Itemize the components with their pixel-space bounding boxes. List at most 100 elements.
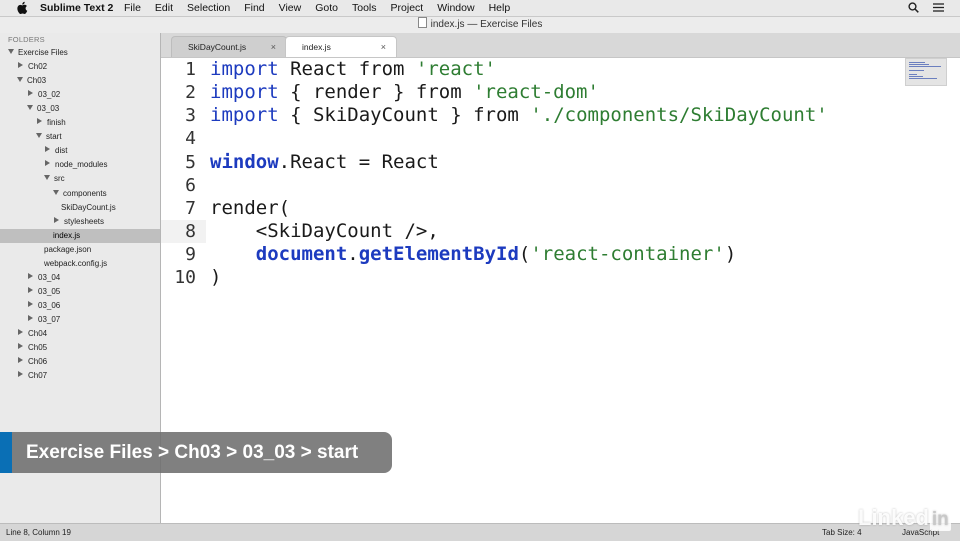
code-text: document.getElementById('react-container…: [210, 243, 737, 266]
sidebar-item-label: Ch05: [28, 343, 48, 353]
sidebar-folder-item[interactable]: Exercise Files: [0, 46, 160, 60]
disclosure-open-icon[interactable]: [27, 105, 33, 111]
menu-find[interactable]: Find: [244, 2, 264, 14]
disclosure-closed-icon[interactable]: [18, 329, 23, 335]
menu-file[interactable]: File: [124, 2, 141, 14]
sidebar-folder-item[interactable]: dist: [0, 144, 160, 158]
menu-edit[interactable]: Edit: [155, 2, 173, 14]
code-text: render(: [210, 197, 290, 220]
disclosure-closed-icon[interactable]: [18, 357, 23, 364]
sidebar-folder-item[interactable]: Ch04: [0, 327, 160, 341]
menu-goto[interactable]: Goto: [315, 2, 338, 14]
code-line[interactable]: 1 import React from 'react': [161, 58, 901, 81]
disclosure-closed-icon[interactable]: [45, 160, 50, 167]
disclosure-open-icon[interactable]: [44, 175, 50, 181]
tab-skidaycount[interactable]: SkiDayCount.js ×: [171, 36, 287, 57]
code-token: (: [518, 243, 531, 266]
disclosure-closed-icon[interactable]: [28, 272, 33, 279]
line-number: 6: [185, 174, 196, 196]
code-token: <SkiDayCount />,: [210, 220, 439, 243]
sidebar-item-label: components: [63, 188, 107, 198]
sidebar-item-label: 03_04: [38, 272, 61, 282]
tab-close-icon[interactable]: ×: [271, 37, 276, 58]
tab-index-js[interactable]: index.js ×: [285, 36, 397, 57]
sidebar-folder-item[interactable]: node_modules: [0, 158, 160, 172]
disclosure-closed-icon[interactable]: [37, 118, 42, 125]
disclosure-open-icon[interactable]: [36, 133, 42, 139]
code-token: 'react': [415, 58, 496, 80]
sidebar-file-item[interactable]: index.js: [0, 228, 160, 243]
code-line[interactable]: 4: [161, 127, 901, 150]
tab-label: SkiDayCount.js: [188, 42, 247, 52]
menu-help[interactable]: Help: [489, 2, 511, 14]
code-line[interactable]: 10): [161, 266, 901, 289]
sidebar-folder-item[interactable]: Ch02: [0, 60, 160, 74]
sidebar-file-item[interactable]: webpack.config.js: [0, 257, 160, 271]
code-token: 'react-container': [530, 243, 725, 266]
disclosure-closed-icon[interactable]: [28, 300, 33, 307]
sidebar-folder-item[interactable]: finish: [0, 116, 160, 130]
disclosure-closed-icon[interactable]: [18, 62, 23, 69]
sidebar-file-item[interactable]: package.json: [0, 243, 160, 257]
sidebar-folder-item[interactable]: 03_04: [0, 271, 160, 285]
sidebar-folder-item[interactable]: Ch07: [0, 369, 160, 383]
sidebar-item-label: Exercise Files: [18, 48, 68, 57]
sidebar-folder-item[interactable]: 03_06: [0, 299, 160, 313]
sidebar-folder-item[interactable]: 03_07: [0, 313, 160, 327]
sidebar-folder-item[interactable]: stylesheets: [0, 215, 160, 229]
code-line[interactable]: 3 import { SkiDayCount } from './componen…: [161, 104, 901, 127]
search-icon[interactable]: [908, 2, 919, 13]
sidebar-folder-item[interactable]: Ch03: [0, 74, 160, 88]
sidebar-folder-item[interactable]: components: [0, 187, 160, 201]
menu-selection[interactable]: Selection: [187, 2, 230, 14]
tab-size-selector[interactable]: Tab Size: 4: [822, 524, 862, 541]
code-line[interactable]: 7 render(: [161, 197, 901, 220]
disclosure-open-icon[interactable]: [53, 189, 59, 195]
menu-tools[interactable]: Tools: [352, 2, 377, 14]
code-token: React from: [278, 58, 416, 80]
sidebar-file-item[interactable]: SkiDayCount.js: [0, 201, 160, 215]
menu-project[interactable]: Project: [391, 2, 424, 14]
sidebar-item-label: webpack.config.js: [44, 258, 108, 268]
sidebar-folder-item[interactable]: 03_05: [0, 285, 160, 299]
disclosure-closed-icon[interactable]: [28, 90, 33, 97]
line-number: 1: [185, 59, 196, 80]
disclosure-closed-icon[interactable]: [28, 314, 33, 321]
minimap[interactable]: [905, 58, 947, 86]
disclosure-closed-icon[interactable]: [45, 146, 50, 153]
sidebar-folder-item[interactable]: Ch05: [0, 341, 160, 355]
code-token: { render } from: [278, 81, 474, 104]
code-line[interactable]: 5 window.React = React: [161, 151, 901, 174]
disclosure-closed-icon[interactable]: [18, 371, 23, 378]
breadcrumb-overlay: Exercise Files > Ch03 > 03_03 > start: [0, 432, 392, 473]
sidebar-folder-item[interactable]: src: [0, 172, 160, 186]
disclosure-closed-icon[interactable]: [54, 216, 59, 223]
disclosure-closed-icon[interactable]: [28, 286, 33, 293]
code-token: import: [210, 81, 279, 104]
list-icon[interactable]: [933, 2, 944, 13]
tab-close-icon[interactable]: ×: [381, 37, 386, 58]
code-token: render(: [210, 196, 291, 219]
menu-view[interactable]: View: [279, 2, 302, 14]
menu-window[interactable]: Window: [437, 2, 474, 14]
code-line[interactable]: 8 <SkiDayCount />,: [161, 220, 901, 243]
sidebar-folder-item[interactable]: Ch06: [0, 355, 160, 369]
sidebar-folder-item[interactable]: start: [0, 130, 160, 144]
sidebar-folder-item[interactable]: 03_02: [0, 88, 160, 102]
code-line[interactable]: 2 import { render } from 'react-dom': [161, 81, 901, 104]
code-line[interactable]: 6: [161, 174, 901, 197]
sidebar-item-label: 03_06: [38, 300, 61, 310]
sidebar-folder-item[interactable]: 03_03: [0, 102, 160, 116]
sidebar-item-label: Ch04: [28, 329, 48, 338]
disclosure-open-icon[interactable]: [17, 77, 23, 83]
app-name-menu[interactable]: Sublime Text 2: [40, 2, 113, 14]
disclosure-closed-icon[interactable]: [18, 343, 23, 350]
apple-icon[interactable]: [16, 1, 28, 15]
code-token: getElementById: [358, 243, 519, 266]
sidebar-item-label: 03_02: [38, 90, 61, 100]
code-line[interactable]: 9 document.getElementById('react-contain…: [161, 243, 901, 266]
minimap-line: [909, 66, 941, 67]
line-number: 8: [185, 221, 196, 243]
breadcrumb-accent: [0, 432, 12, 473]
disclosure-open-icon[interactable]: [8, 49, 14, 54]
